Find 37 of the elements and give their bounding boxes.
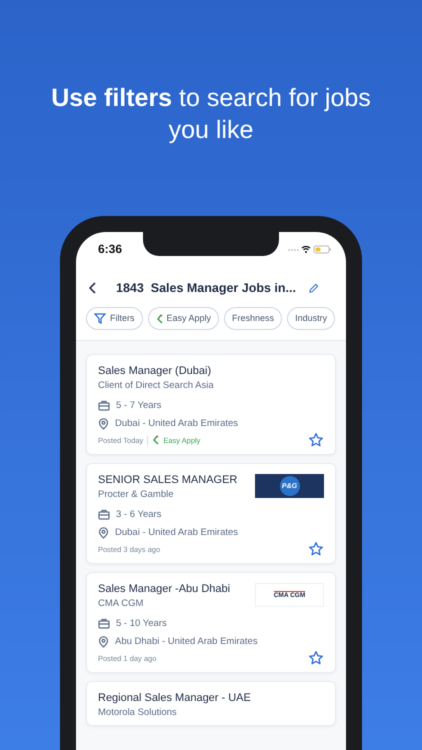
location-pin-icon bbox=[98, 526, 109, 538]
star-icon[interactable] bbox=[308, 541, 324, 557]
experience-text: 3 - 6 Years bbox=[116, 508, 162, 521]
filter-icon bbox=[94, 313, 106, 324]
location-pin-icon bbox=[98, 636, 109, 648]
filter-chip[interactable]: Freshness bbox=[224, 307, 282, 330]
experience-text: 5 - 7 Years bbox=[116, 399, 162, 412]
job-title: Sales Manager (Dubai) bbox=[98, 365, 212, 378]
experience-text: 5 - 10 Years bbox=[116, 617, 167, 630]
briefcase-icon bbox=[98, 509, 110, 520]
briefcase-icon bbox=[98, 618, 110, 629]
job-title: Sales Manager -Abu Dhabi bbox=[98, 583, 230, 596]
location-text: Dubai - United Arab Emirates bbox=[115, 417, 238, 430]
filter-chip[interactable]: Filters bbox=[86, 307, 142, 330]
job-title: SENIOR SALES MANAGER bbox=[98, 474, 238, 487]
location-text: Abu Dhabi - United Arab Emirates bbox=[115, 635, 258, 648]
star-icon[interactable] bbox=[308, 650, 324, 666]
company-name: Procter & Gamble bbox=[98, 488, 174, 501]
location-pin-icon bbox=[98, 418, 109, 430]
filter-chip[interactable]: Easy Apply bbox=[148, 307, 220, 330]
status-time: 6:36 bbox=[98, 241, 122, 258]
filter-chip[interactable]: Industry bbox=[287, 307, 336, 330]
easy-apply-icon bbox=[156, 314, 162, 324]
easy-apply-icon bbox=[152, 435, 160, 445]
job-card[interactable]: Regional Sales Manager - UAE Motorola Solutions bbox=[86, 681, 336, 726]
back-icon[interactable] bbox=[88, 282, 98, 294]
headline: Use filters to search for jobs you like bbox=[50, 83, 372, 146]
job-title: Regional Sales Manager - UAE bbox=[98, 692, 251, 705]
edit-icon[interactable] bbox=[308, 282, 319, 294]
company-name: CMA CGM bbox=[98, 597, 144, 610]
briefcase-icon bbox=[98, 400, 110, 411]
page-title: 1843 Sales Manager Jobs in... bbox=[116, 280, 296, 297]
star-icon[interactable] bbox=[308, 432, 324, 448]
location-text: Dubai - United Arab Emirates bbox=[115, 526, 238, 539]
company-name: Client of Direct Search Asia bbox=[98, 379, 214, 392]
status-icons bbox=[288, 244, 332, 254]
company-name: Motorola Solutions bbox=[98, 706, 178, 719]
